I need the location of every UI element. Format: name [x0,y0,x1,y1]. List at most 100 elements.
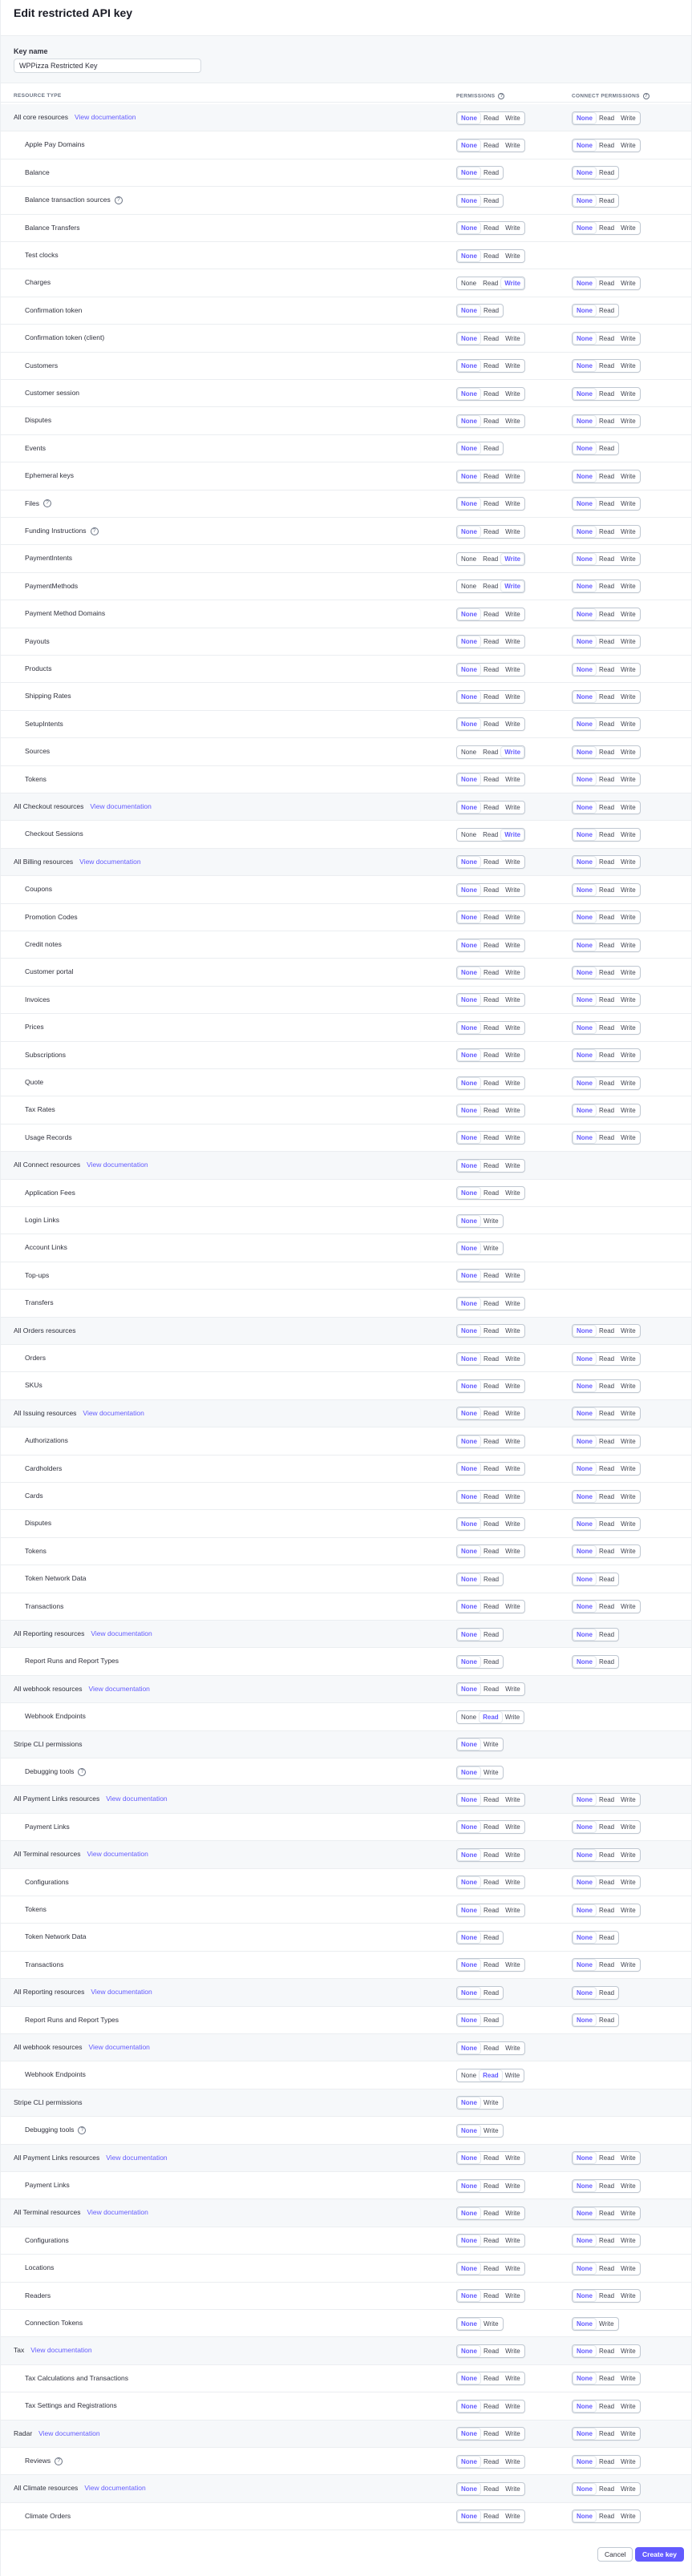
option-read[interactable]: Read [596,1519,617,1529]
option-write[interactable]: Write [502,2484,524,2494]
option-none[interactable]: None [573,2429,596,2440]
option-write[interactable]: Write [617,1795,639,1805]
option-write[interactable]: Write [502,1078,524,1088]
option-write[interactable]: Write [502,2457,524,2467]
option-read[interactable]: Read [596,416,617,426]
option-write[interactable]: Write [502,802,524,813]
option-none[interactable]: None [573,884,596,895]
view-documentation-link[interactable]: View documentation [87,2208,148,2216]
option-none[interactable]: None [573,912,596,923]
option-write[interactable]: Write [502,2043,524,2053]
option-none[interactable]: None [573,415,596,426]
option-write[interactable]: Write [502,1354,524,1364]
option-read[interactable]: Read [480,1519,502,1529]
option-write[interactable]: Write [502,1492,524,1502]
option-read[interactable]: Read [480,1464,502,1474]
option-read[interactable]: Read [596,2263,617,2274]
option-none[interactable]: None [458,1573,480,1585]
option-read[interactable]: Read [596,1050,617,1060]
option-read[interactable]: Read [480,995,502,1005]
option-read[interactable]: Read [596,1326,617,1336]
option-none[interactable]: None [573,608,596,620]
option-read[interactable]: Read [596,857,617,867]
option-read[interactable]: Read [596,2429,617,2439]
help-icon[interactable]: ? [42,499,51,508]
option-read[interactable]: Read [480,2484,502,2494]
view-documentation-link[interactable]: View documentation [106,1795,167,1803]
option-read[interactable]: Read [596,719,617,729]
option-read[interactable]: Read [480,196,502,206]
option-read[interactable]: Read [480,664,502,675]
option-read[interactable]: Read [480,1988,502,1998]
option-read[interactable]: Read [480,554,501,564]
option-read[interactable]: Read [480,1270,502,1281]
info-icon[interactable]: ? [642,93,650,99]
option-read[interactable]: Read [480,2208,502,2219]
option-none[interactable]: None [458,2373,480,2384]
option-none[interactable]: None [458,361,480,372]
option-read[interactable]: Read [596,140,617,151]
option-none[interactable]: None [458,1712,480,1722]
option-none[interactable]: None [458,719,480,730]
option-read[interactable]: Read [480,305,502,316]
option-none[interactable]: None [573,857,596,868]
option-read[interactable]: Read [596,1850,617,1860]
option-write[interactable]: Write [502,1326,524,1336]
option-read[interactable]: Read [596,2291,617,2301]
option-read[interactable]: Read [480,1711,502,1722]
option-none[interactable]: None [458,1022,480,1033]
option-write[interactable]: Write [617,389,639,399]
option-none[interactable]: None [458,1077,480,1088]
option-read[interactable]: Read [596,636,617,647]
option-none[interactable]: None [458,470,480,482]
option-write[interactable]: Write [501,553,524,564]
option-read[interactable]: Read [596,361,617,371]
option-read[interactable]: Read [596,527,617,537]
option-none[interactable]: None [573,1960,596,1971]
option-none[interactable]: None [458,2291,480,2302]
option-none[interactable]: None [458,939,480,951]
option-read[interactable]: Read [480,2457,502,2467]
option-none[interactable]: None [573,1518,596,1529]
option-none[interactable]: None [573,2318,596,2329]
option-read[interactable]: Read [596,2373,617,2384]
option-read[interactable]: Read [596,995,617,1005]
option-none[interactable]: None [573,2456,596,2467]
option-write[interactable]: Write [502,774,524,785]
option-read[interactable]: Read [596,1546,617,1557]
option-none[interactable]: None [458,857,480,868]
option-none[interactable]: None [573,361,596,372]
option-none[interactable]: None [573,1464,596,1475]
option-read[interactable]: Read [480,1657,502,1667]
option-none[interactable]: None [573,443,596,454]
option-none[interactable]: None [573,801,596,813]
option-write[interactable]: Write [617,527,639,537]
option-write[interactable]: Write [617,1408,639,1419]
option-read[interactable]: Read [596,2181,617,2191]
option-read[interactable]: Read [596,1629,617,1640]
option-read[interactable]: Read [480,223,502,233]
option-none[interactable]: None [458,830,480,840]
option-none[interactable]: None [458,443,480,454]
option-none[interactable]: None [573,2373,596,2384]
option-read[interactable]: Read [596,1464,617,1474]
option-none[interactable]: None [573,1822,596,1833]
option-none[interactable]: None [573,2400,596,2412]
option-none[interactable]: None [573,2483,596,2494]
option-write[interactable]: Write [502,609,524,620]
option-read[interactable]: Read [480,251,502,261]
option-write[interactable]: Write [502,416,524,426]
option-read[interactable]: Read [480,1492,502,1502]
option-none[interactable]: None [458,1932,480,1943]
option-none[interactable]: None [573,2263,596,2274]
option-read[interactable]: Read [596,747,617,757]
option-none[interactable]: None [458,884,480,895]
option-none[interactable]: None [573,333,596,344]
option-write[interactable]: Write [617,416,639,426]
option-write[interactable]: Write [617,1023,639,1033]
view-documentation-link[interactable]: View documentation [87,1161,148,1169]
option-write[interactable]: Write [502,857,524,867]
option-write[interactable]: Write [502,1188,524,1198]
option-write[interactable]: Write [617,2153,639,2163]
option-write[interactable]: Write [502,2291,524,2301]
